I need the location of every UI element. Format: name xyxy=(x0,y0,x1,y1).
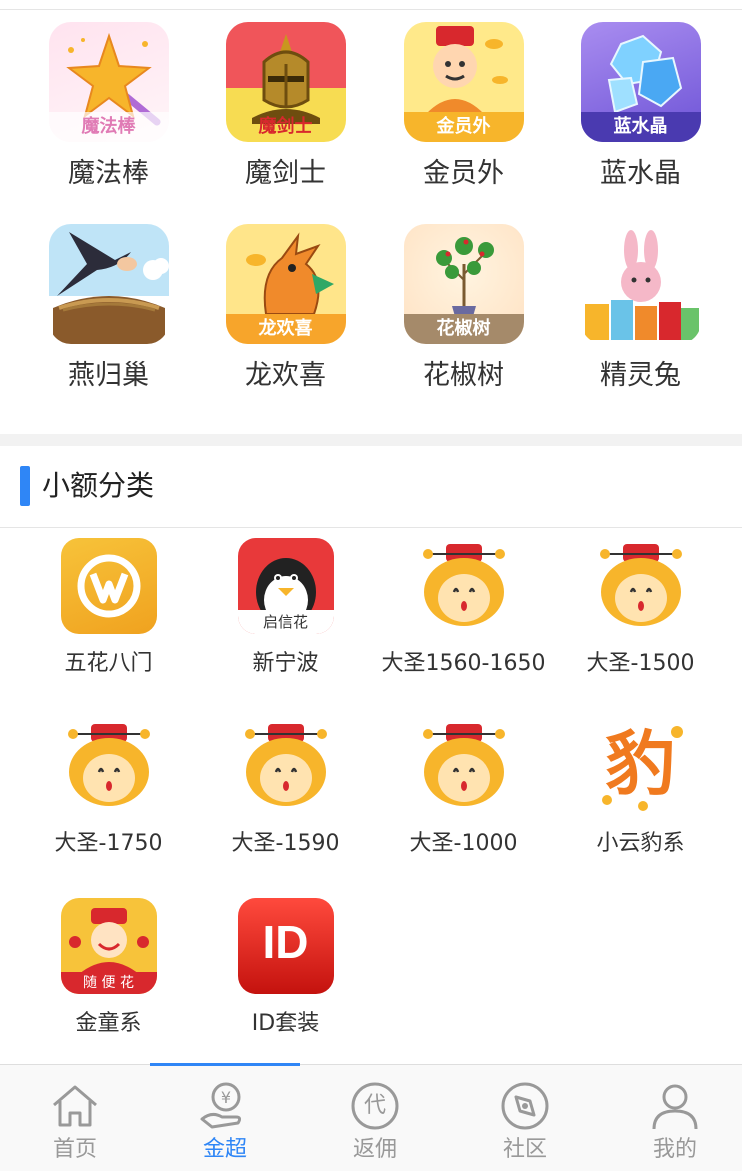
app-item-dasheng-1750[interactable]: 大圣-1750 xyxy=(16,718,201,860)
app-label: 花椒树 xyxy=(423,360,504,391)
app-label: 燕归巢 xyxy=(68,360,149,391)
app-item-knight[interactable]: 魔剑士 魔剑士 xyxy=(193,22,378,194)
commission-icon: 代 xyxy=(348,1079,402,1133)
swallow-nest-icon xyxy=(48,224,169,344)
rabbit-gift-icon xyxy=(580,224,701,344)
section-accent-bar xyxy=(20,466,30,506)
app-label: 精灵兔 xyxy=(600,360,681,391)
app-item-swallow[interactable]: 燕归巢 xyxy=(16,224,201,396)
app-item-pepper-tree[interactable]: 花椒树 花椒树 xyxy=(371,224,556,396)
tab-label: 我的 xyxy=(652,1137,697,1162)
app-label: 蓝水晶 xyxy=(600,158,681,189)
pepper-tree-icon: 花椒树 xyxy=(403,224,524,344)
icon-caption: 魔法棒 xyxy=(48,112,169,142)
app-label: 大圣-1000 xyxy=(409,831,518,856)
leopard-char-icon: 豹 xyxy=(592,718,689,814)
money-hand-icon: ¥ xyxy=(198,1079,252,1133)
app-label: 金童系 xyxy=(75,1011,142,1036)
app-label: ID套装 xyxy=(251,1011,320,1036)
app-item-magic-wand[interactable]: 魔法棒 魔法棒 xyxy=(16,22,201,194)
app-item-dasheng-1500[interactable]: 大圣-1500 xyxy=(548,538,733,680)
bottom-tab-bar: 首页 ¥ 金超 代 返佣 社区 我的 xyxy=(0,1063,742,1171)
app-label: 金员外 xyxy=(423,158,504,189)
app-grid-top: 魔法棒 魔法棒 魔剑士 魔剑士 金员外 金员外 蓝水晶 蓝水晶 燕归巢 龙欢喜 … xyxy=(0,10,742,434)
app-item-rich-man[interactable]: 金员外 金员外 xyxy=(371,22,556,194)
tab-label: 返佣 xyxy=(352,1137,397,1162)
home-icon xyxy=(48,1079,102,1133)
app-item-dragon[interactable]: 龙欢喜 龙欢喜 xyxy=(193,224,378,396)
monkey-king-icon xyxy=(237,718,334,814)
commission-glyph: 代 xyxy=(363,1093,386,1118)
icon-caption: 随 便 花 xyxy=(60,972,157,994)
app-label: 大圣-1750 xyxy=(54,831,163,856)
monkey-king-icon xyxy=(60,718,157,814)
app-item-id-set[interactable]: ID ID套装 xyxy=(193,898,378,1040)
knight-helmet-icon: 魔剑士 xyxy=(225,22,346,142)
app-grid-small: 五花八门 启信花 新宁波 大圣1560-1650 大圣-1500 大圣-1750… xyxy=(0,528,742,1064)
app-label: 新宁波 xyxy=(252,651,319,676)
tab-home[interactable]: 首页 xyxy=(0,1065,150,1171)
penguin-icon: 启信花 xyxy=(237,538,334,634)
monkey-king-icon xyxy=(415,538,512,634)
blue-crystal-icon: 蓝水晶 xyxy=(580,22,701,142)
app-item-xiaoyun-leopard[interactable]: 豹 小云豹系 xyxy=(548,718,733,860)
app-label: 龙欢喜 xyxy=(245,360,326,391)
icon-caption: 启信花 xyxy=(237,610,334,634)
app-item-dasheng-1590[interactable]: 大圣-1590 xyxy=(193,718,378,860)
app-label: 魔剑士 xyxy=(245,158,326,189)
app-item-wuhua[interactable]: 五花八门 xyxy=(16,538,201,680)
app-label: 大圣-1590 xyxy=(231,831,340,856)
app-item-penguin[interactable]: 启信花 新宁波 xyxy=(193,538,378,680)
rich-man-icon: 金员外 xyxy=(403,22,524,142)
app-item-rabbit[interactable]: 精灵兔 xyxy=(548,224,733,396)
tab-jinchao[interactable]: ¥ 金超 xyxy=(150,1065,300,1171)
app-item-dasheng-1000[interactable]: 大圣-1000 xyxy=(371,718,556,860)
user-icon xyxy=(648,1079,702,1133)
icon-caption: 魔剑士 xyxy=(258,116,313,137)
magic-wand-icon: 魔法棒 xyxy=(48,22,169,142)
monkey-king-icon xyxy=(592,538,689,634)
app-label: 大圣-1500 xyxy=(586,651,695,676)
tab-community[interactable]: 社区 xyxy=(450,1065,600,1171)
icon-caption: 金员外 xyxy=(403,112,524,142)
compass-icon xyxy=(498,1079,552,1133)
tab-mine[interactable]: 我的 xyxy=(600,1065,742,1171)
god-of-wealth-icon: 随 便 花 xyxy=(60,898,157,994)
id-glyph: ID xyxy=(262,916,309,968)
svg-text:¥: ¥ xyxy=(221,1088,231,1107)
section-header: 小额分类 xyxy=(0,446,742,528)
wuhua-logo-icon xyxy=(60,538,157,634)
section-separator xyxy=(0,434,742,446)
app-item-jintong[interactable]: 随 便 花 金童系 xyxy=(16,898,201,1040)
app-label: 魔法棒 xyxy=(68,158,149,189)
tab-label: 金超 xyxy=(202,1137,247,1162)
tab-fanyong[interactable]: 代 返佣 xyxy=(300,1065,450,1171)
app-label: 大圣1560-1650 xyxy=(381,651,546,676)
app-item-blue-crystal[interactable]: 蓝水晶 蓝水晶 xyxy=(548,22,733,194)
app-item-dasheng-1560[interactable]: 大圣1560-1650 xyxy=(371,538,556,680)
dragon-icon: 龙欢喜 xyxy=(225,224,346,344)
section-title: 小额分类 xyxy=(42,469,155,502)
app-label: 小云豹系 xyxy=(596,831,685,856)
tab-label: 首页 xyxy=(52,1137,97,1162)
monkey-king-icon xyxy=(415,718,512,814)
icon-caption: 花椒树 xyxy=(403,314,524,344)
id-logo-icon: ID xyxy=(237,898,334,994)
icon-caption: 龙欢喜 xyxy=(225,314,346,344)
icon-caption: 蓝水晶 xyxy=(580,112,701,142)
top-divider xyxy=(0,0,742,10)
app-label: 五花八门 xyxy=(64,651,153,676)
tab-label: 社区 xyxy=(502,1137,547,1162)
